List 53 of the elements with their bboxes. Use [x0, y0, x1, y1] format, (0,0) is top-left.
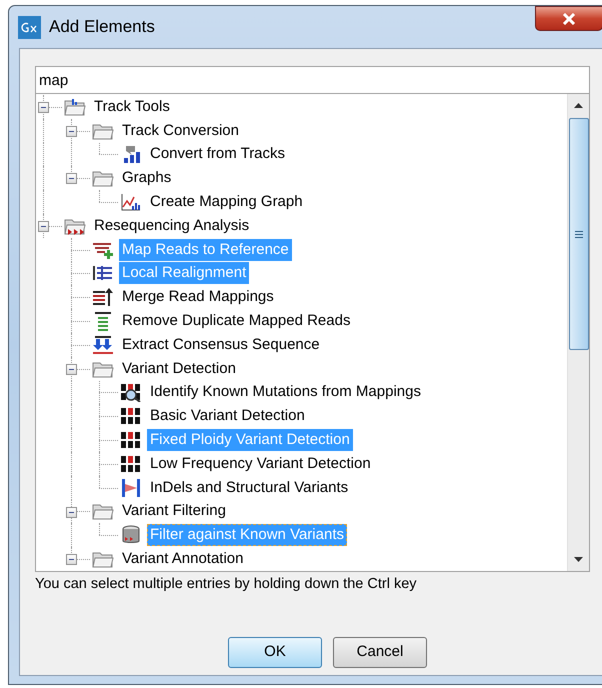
ok-button[interactable]: OK	[228, 636, 322, 668]
folder-chart-icon	[64, 98, 86, 116]
tree-item[interactable]: Variant Filtering	[119, 500, 229, 522]
line-chart-icon	[120, 192, 142, 212]
folder-icon	[92, 360, 114, 378]
tree-item[interactable]: Track Conversion	[119, 120, 242, 142]
collapse-toggle[interactable]	[66, 126, 77, 137]
collapse-toggle[interactable]	[66, 554, 77, 566]
tree-item[interactable]: Basic Variant Detection	[147, 405, 308, 428]
collapse-toggle[interactable]	[38, 102, 49, 113]
bracket-triangle-icon	[120, 478, 142, 498]
sequence-blocks-icon	[120, 430, 142, 450]
stacked-lines-icon	[92, 311, 114, 332]
tree-item[interactable]: Merge Read Mappings	[119, 286, 277, 308]
folder-arrows-icon	[64, 216, 86, 235]
sequence-magnifier-icon	[120, 382, 142, 402]
folder-icon	[92, 169, 114, 188]
tree-item[interactable]: InDels and Structural Variants	[147, 476, 352, 499]
cancel-button[interactable]: Cancel	[333, 636, 427, 668]
tree-item[interactable]: Graphs	[119, 167, 174, 190]
folder-icon	[92, 122, 114, 140]
tree-item[interactable]: Track Tools	[91, 96, 173, 118]
sequence-blocks-icon	[120, 406, 142, 426]
sequence-blocks-icon	[120, 454, 142, 474]
scroll-up-icon	[574, 103, 583, 108]
tree-item[interactable]: Variant Detection	[119, 358, 239, 380]
tree-item[interactable]: Create Mapping Graph	[147, 191, 306, 214]
collapse-toggle[interactable]	[38, 220, 49, 232]
folder-icon	[92, 550, 114, 568]
close-button[interactable]	[535, 6, 602, 31]
scroll-thumb[interactable]	[568, 118, 588, 350]
lines-arrow-icon	[92, 287, 114, 308]
drum-icon	[120, 525, 142, 546]
tree-item[interactable]: Low Frequency Variant Detection	[147, 452, 374, 475]
collapse-toggle[interactable]	[66, 506, 77, 518]
tree-item[interactable]: Variant Annotation	[119, 548, 246, 570]
close-icon	[562, 12, 576, 24]
scrollbar[interactable]	[567, 94, 589, 571]
folder-icon	[92, 502, 114, 520]
tree-item[interactable]: Resequencing Analysis	[91, 214, 252, 237]
down-arrows-icon	[92, 334, 114, 355]
tree-item[interactable]: Remove Duplicate Mapped Reads	[119, 310, 354, 332]
grip-icon	[574, 230, 582, 238]
app-logo-icon	[18, 16, 41, 38]
collapse-toggle[interactable]	[66, 364, 77, 375]
tree-item[interactable]: Extract Consensus Sequence	[119, 334, 323, 356]
scroll-down-icon	[574, 557, 583, 562]
search-field[interactable]: map	[35, 66, 590, 94]
tree-item[interactable]: Convert from Tracks	[147, 143, 288, 166]
tree-item[interactable]: Identify Known Mutations from Mappings	[147, 381, 424, 404]
window-title: Add Elements	[49, 16, 155, 38]
hint-text: You can select multiple entries by holding down the Ctrl key	[35, 575, 418, 594]
collapse-toggle[interactable]	[66, 173, 77, 184]
